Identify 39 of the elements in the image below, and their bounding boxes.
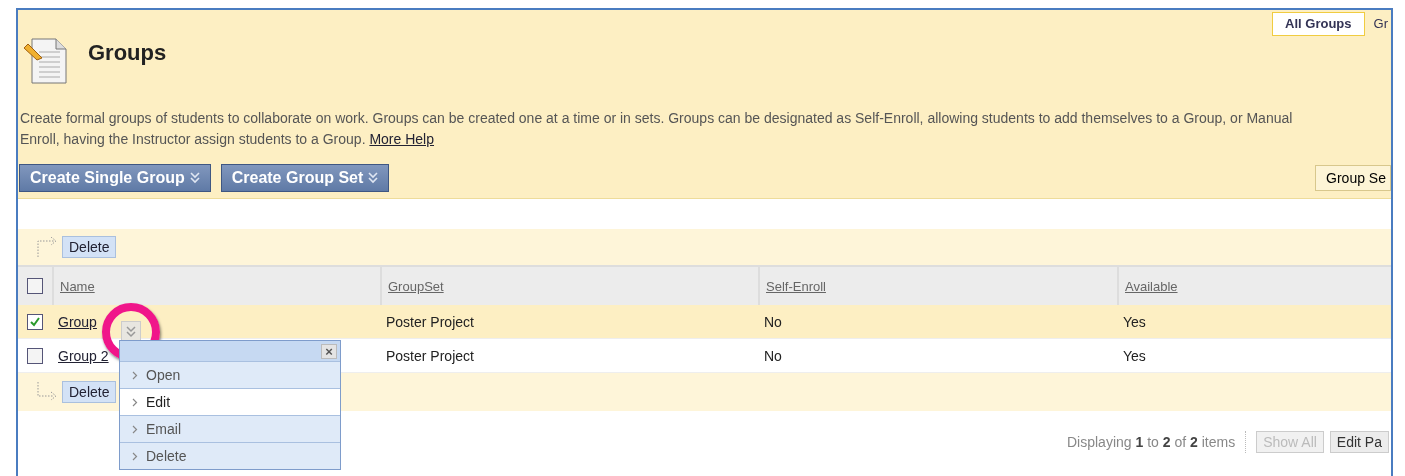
nav-tab[interactable]: All Groups <box>1272 12 1365 36</box>
pagination-summary: Displaying 1 to 2 of 2 items <box>1067 434 1236 450</box>
page-title: Groups <box>88 40 167 66</box>
table-cell-text: Poster Project <box>385 313 475 330</box>
chevron-right-icon <box>132 397 138 407</box>
column-header[interactable]: GroupSet <box>388 278 444 294</box>
delete-button[interactable]: Delete <box>62 236 117 258</box>
create-button[interactable]: Create Group Set <box>220 164 390 192</box>
column-header[interactable]: Name <box>60 278 95 294</box>
nav-tab[interactable]: Gr <box>1372 12 1389 36</box>
close-button[interactable]: × <box>321 343 337 359</box>
document-pencil-icon <box>22 36 70 86</box>
table-cell-text: Yes <box>1122 347 1147 364</box>
delete-button[interactable]: Delete <box>62 381 117 403</box>
table-cell-text: No <box>763 347 783 364</box>
group-name-link[interactable]: Group 2 <box>58 347 109 364</box>
row-checkbox[interactable] <box>27 347 43 364</box>
more-help-link[interactable]: More Help <box>369 131 434 147</box>
group-set-button[interactable]: Group Se <box>1315 165 1391 191</box>
table-cell-text: No <box>763 313 783 330</box>
chevron-right-icon <box>132 451 138 461</box>
description-text: Create formal groups of students to collaborate on work. Groups can be created one at a time or in sets. Groups can be designated as Self-Enroll, allowing students to add themselves to a Group, or Manual Enroll, having the Instructor assign students to a Group. More Help <box>20 109 1294 149</box>
table-cell-text: Poster Project <box>385 347 475 364</box>
menu-item[interactable]: Edit <box>120 388 340 415</box>
chevron-right-icon <box>132 424 138 434</box>
column-header[interactable]: Self-Enroll <box>766 278 826 294</box>
select-all-checkbox[interactable] <box>27 278 43 294</box>
row-checkbox[interactable] <box>27 313 43 330</box>
column-header[interactable]: Available <box>1125 278 1178 294</box>
double-chevron-icon <box>368 172 379 184</box>
table-cell-text: Yes <box>1122 313 1147 330</box>
chevron-right-icon <box>132 370 138 380</box>
group-name-link[interactable]: Group <box>58 313 97 330</box>
double-chevron-icon <box>189 172 200 184</box>
create-button[interactable]: Create Single Group <box>19 164 211 192</box>
menu-item[interactable]: Email <box>120 415 340 442</box>
pager-button[interactable]: Edit Pa <box>1329 431 1389 453</box>
double-chevron-icon <box>126 326 136 338</box>
menu-item[interactable]: Delete <box>120 442 340 469</box>
